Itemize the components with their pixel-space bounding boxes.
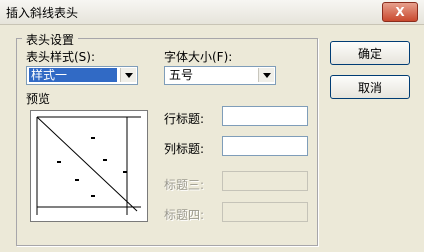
diagonal-header-preview (36, 116, 141, 215)
font-size-select[interactable]: 五号 (164, 66, 276, 85)
title3-label: 标题三: (164, 178, 205, 192)
group-legend: 表头设置 (22, 31, 79, 48)
column-title-input[interactable] (222, 136, 308, 156)
chevron-down-icon[interactable] (258, 68, 274, 82)
ok-button-label: 确定 (357, 46, 382, 61)
window-title: 插入斜线表头 (6, 6, 79, 20)
ok-button[interactable]: 确定 (330, 41, 410, 65)
title4-label: 标题四: (164, 208, 205, 222)
chevron-down-icon[interactable] (120, 68, 136, 82)
header-style-select[interactable]: 样式一 (26, 66, 138, 85)
close-icon: X (395, 5, 405, 19)
row-title-input[interactable] (222, 106, 308, 126)
title3-input[interactable] (222, 171, 308, 191)
cancel-button-label: 取消 (357, 80, 382, 95)
preview-box (30, 110, 148, 222)
close-button[interactable]: X (382, 2, 418, 22)
font-size-value: 五号 (169, 68, 194, 82)
title4-input[interactable] (222, 202, 308, 222)
header-style-value: 样式一 (29, 68, 117, 82)
font-size-label: 字体大小(F): (164, 50, 233, 64)
column-title-label: 列标题: (164, 142, 205, 156)
cancel-button[interactable]: 取消 (330, 75, 410, 99)
row-title-label: 行标题: (164, 112, 205, 126)
header-style-label: 表头样式(S): (26, 50, 96, 64)
title-bar: 插入斜线表头 X (0, 0, 424, 25)
preview-label: 预览 (26, 92, 51, 106)
